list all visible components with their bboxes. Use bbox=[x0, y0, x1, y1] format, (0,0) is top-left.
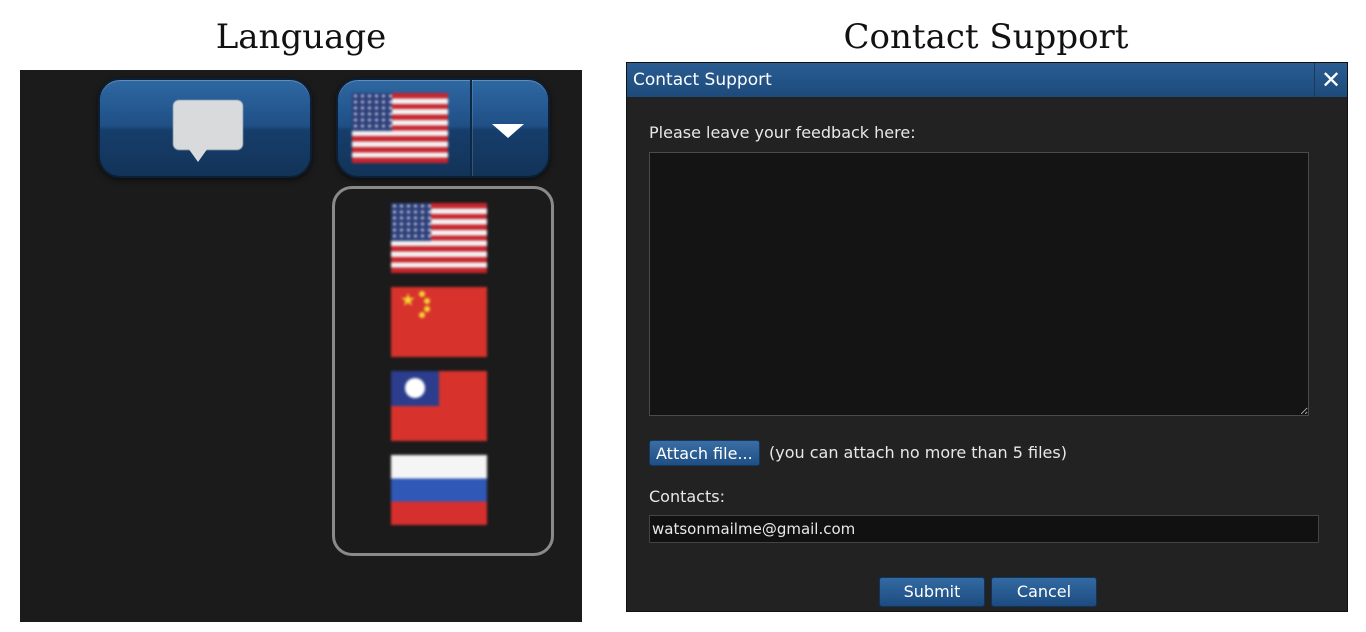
contacts-field[interactable] bbox=[649, 515, 1319, 543]
language-select-button[interactable] bbox=[336, 78, 550, 178]
dialog-titlebar: Contact Support ✕ bbox=[627, 63, 1347, 97]
submit-button[interactable]: Submit bbox=[879, 577, 985, 607]
contacts-label: Contacts: bbox=[649, 487, 725, 506]
close-icon[interactable]: ✕ bbox=[1314, 63, 1347, 97]
feedback-label: Please leave your feedback here: bbox=[649, 123, 916, 142]
dialog-title: Contact Support bbox=[633, 70, 772, 90]
contact-support-dialog: Contact Support ✕ Please leave your feed… bbox=[626, 62, 1348, 612]
language-panel bbox=[20, 70, 582, 622]
attach-file-button[interactable]: Attach file... bbox=[649, 440, 760, 466]
us-flag-icon bbox=[391, 203, 487, 273]
feedback-textarea[interactable] bbox=[649, 152, 1309, 416]
triangle-down-icon[interactable] bbox=[492, 124, 524, 138]
language-option-russian[interactable] bbox=[391, 455, 487, 525]
language-option-english[interactable] bbox=[391, 203, 487, 273]
russia-flag-icon bbox=[391, 455, 487, 525]
contact-support-caption: Contact Support bbox=[843, 17, 1129, 57]
button-divider bbox=[470, 80, 472, 176]
language-option-chinese-simplified[interactable] bbox=[391, 287, 487, 357]
language-caption: Language bbox=[215, 17, 387, 57]
taiwan-flag-icon bbox=[391, 371, 487, 441]
language-option-chinese-traditional[interactable] bbox=[391, 371, 487, 441]
us-flag-icon bbox=[352, 93, 448, 163]
attach-limit-note: (you can attach no more than 5 files) bbox=[769, 443, 1067, 462]
cancel-button[interactable]: Cancel bbox=[991, 577, 1097, 607]
language-dropdown-list bbox=[332, 186, 554, 556]
feedback-button[interactable] bbox=[98, 78, 312, 178]
china-flag-icon bbox=[391, 287, 487, 357]
